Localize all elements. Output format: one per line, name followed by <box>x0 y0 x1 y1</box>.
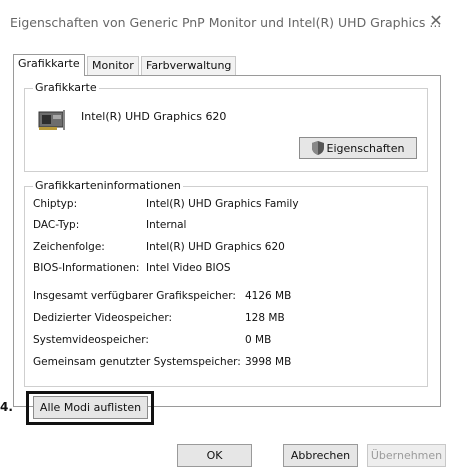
cancel-button[interactable]: Abbrechen <box>283 444 358 467</box>
properties-button-label: Eigenschaften <box>326 142 405 155</box>
graphics-card-icon <box>38 110 65 130</box>
tab-panel: Grafikkarte Intel(R) UHD Graphics 620 Ei… <box>13 75 441 407</box>
total-memory-label: Insgesamt verfügbarer Grafikspeicher: <box>33 290 236 302</box>
adapter-string-value: Intel(R) UHD Graphics 620 <box>146 241 285 253</box>
total-memory-value: 4126 MB <box>245 290 292 302</box>
chip-type-value: Intel(R) UHD Graphics Family <box>146 198 299 210</box>
title-bar: Eigenschaften von Generic PnP Monitor un… <box>0 0 453 44</box>
adapter-name: Intel(R) UHD Graphics 620 <box>81 110 227 123</box>
shared-memory-value: 3998 MB <box>245 356 292 368</box>
bios-info-value: Intel Video BIOS <box>146 262 231 274</box>
shared-memory-label: Gemeinsam genutzter Systemspeicher: <box>33 356 241 368</box>
close-button[interactable]: ✕ <box>425 10 447 32</box>
tab-farbverwaltung[interactable]: Farbverwaltung <box>141 56 237 75</box>
shield-icon <box>311 141 324 155</box>
dedicated-memory-value: 128 MB <box>245 312 285 324</box>
system-memory-label: Systemvideospeicher: <box>33 334 149 346</box>
dedicated-memory-label: Dedizierter Videospeicher: <box>33 312 173 324</box>
adapter-string-label: Zeichenfolge: <box>33 241 105 253</box>
properties-button[interactable]: Eigenschaften <box>299 137 417 159</box>
list-all-modes-button[interactable]: Alle Modi auflisten <box>33 396 148 419</box>
tab-monitor[interactable]: Monitor <box>87 56 139 75</box>
dac-type-label: DAC-Typ: <box>33 219 80 231</box>
tab-grafikkarte[interactable]: Grafikkarte <box>13 54 85 76</box>
ok-button[interactable]: OK <box>177 444 252 467</box>
chip-type-label: Chiptyp: <box>33 198 78 210</box>
adapter-info-group-title: Grafikkarteninformationen <box>33 179 183 192</box>
adapter-group-title: Grafikkarte <box>33 81 99 94</box>
step-callout-number: 4. <box>0 400 13 414</box>
dac-type-value: Internal <box>146 219 187 231</box>
apply-button[interactable]: Übernehmen <box>367 444 446 467</box>
adapter-group: Grafikkarte Intel(R) UHD Graphics 620 Ei… <box>24 81 428 172</box>
window-title: Eigenschaften von Generic PnP Monitor un… <box>10 15 442 30</box>
bios-info-label: BIOS-Informationen: <box>33 262 140 274</box>
adapter-info-group: Grafikkarteninformationen Chiptyp: Intel… <box>24 179 428 387</box>
system-memory-value: 0 MB <box>245 334 272 346</box>
